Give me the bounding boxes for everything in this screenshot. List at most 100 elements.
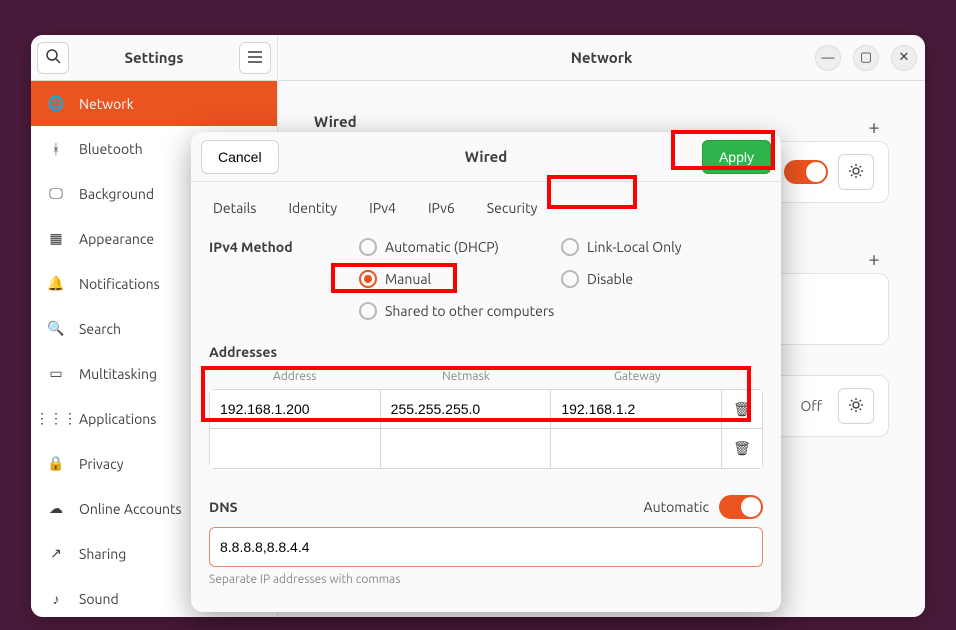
dns-row: DNS Automatic [209,495,763,519]
dns-auto-toggle[interactable] [719,495,763,519]
radio-disable[interactable]: Disable [561,266,763,292]
radio-manual[interactable]: Manual [359,266,561,292]
netmask-input[interactable] [391,441,541,457]
titlebar: Settings Network — ▢ ✕ [31,35,925,81]
hamburger-icon [248,50,262,66]
tab-ipv4[interactable]: IPv4 [365,196,400,220]
close-icon: ✕ [899,50,910,65]
search-button[interactable] [37,42,69,74]
sidebar-item-label: Background [79,186,154,202]
titlebar-left: Settings [31,35,278,80]
radio-label: Disable [587,271,633,287]
cancel-label: Cancel [218,149,262,165]
dialog-tabs: Details Identity IPv4 IPv6 Security [191,182,781,230]
gear-icon [848,163,864,182]
ipv4-method-grid: IPv4 Method Automatic (DHCP) Link-Local … [209,234,763,324]
radio-icon [561,238,579,256]
radio-icon [359,270,377,288]
cancel-button[interactable]: Cancel [201,140,279,174]
gateway-input[interactable] [561,401,711,417]
dns-label: DNS [209,499,238,515]
titlebar-right: Network — ▢ ✕ [278,35,925,80]
sound-icon: ♪ [47,591,65,607]
minimize-icon: — [822,51,835,65]
display-icon: 🖵 [47,185,65,202]
lock-icon: 🔒 [47,455,65,472]
addresses-label: Addresses [209,344,763,360]
sidebar-item-label: Multitasking [79,366,157,382]
radio-label: Link-Local Only [587,239,682,255]
sidebar-title: Settings [75,49,233,66]
plus-icon: + [868,247,879,270]
delete-row-button[interactable]: 🗑 [733,440,751,457]
tab-ipv6[interactable]: IPv6 [424,196,459,220]
search-icon: 🔍 [47,320,65,337]
plus-icon: + [868,115,879,138]
maximize-icon: ▢ [860,50,872,65]
share-icon: ↗ [47,545,65,562]
sidebar-item-label: Notifications [79,276,160,292]
sidebar-item-label: Network [79,96,134,112]
sidebar-item-label: Privacy [79,456,123,472]
maximize-button[interactable]: ▢ [853,45,879,71]
wired-title: Wired [314,113,357,130]
dialog-header: Cancel Wired Apply [191,132,781,182]
sidebar-item-label: Sharing [79,546,126,562]
radio-link-local[interactable]: Link-Local Only [561,234,763,260]
tab-security[interactable]: Security [483,196,542,220]
gateway-input[interactable] [561,441,711,457]
ipv4-method-label: IPv4 Method [209,239,359,255]
tab-details[interactable]: Details [209,196,260,220]
wired-settings-button[interactable] [838,154,874,190]
tab-identity[interactable]: Identity [284,196,341,220]
col-address: Address [209,370,380,383]
search-icon [45,48,61,67]
radio-label: Manual [385,271,431,287]
add-connection-button[interactable]: + [859,243,889,273]
col-netmask: Netmask [380,370,551,383]
vpn-settings-button[interactable] [838,388,874,424]
vpn-off-label: Off [800,398,822,414]
sidebar-item-label: Bluetooth [79,141,143,157]
sidebar-item-label: Appearance [79,231,154,247]
dns-hint: Separate IP addresses with commas [209,573,763,586]
dns-auto-label: Automatic [644,499,709,515]
cloud-icon: ☁ [47,500,65,517]
address-row: 🗑 [209,389,763,429]
addresses-header: Address Netmask Gateway [209,364,763,389]
netmask-input[interactable] [391,401,541,417]
radio-label: Shared to other computers [385,303,554,319]
minimize-button[interactable]: — [815,45,841,71]
apps-icon: ⋮⋮⋮ [47,410,65,427]
radio-icon [561,270,579,288]
address-input[interactable] [220,441,370,457]
sidebar-item-label: Applications [79,411,156,427]
address-input[interactable] [220,401,370,417]
add-wired-button[interactable]: + [859,111,889,141]
dialog-body: IPv4 Method Automatic (DHCP) Link-Local … [191,230,781,612]
sidebar-item-label: Online Accounts [79,501,182,517]
sidebar-item-label: Sound [79,591,119,607]
dns-input[interactable] [209,527,763,567]
sidebar-item-network[interactable]: 🌐 Network [31,81,277,126]
hamburger-button[interactable] [239,42,271,74]
radio-icon [359,238,377,256]
close-button[interactable]: ✕ [891,45,917,71]
globe-icon: 🌐 [47,95,65,112]
trash-icon: 🗑 [733,401,751,417]
radio-icon [359,302,377,320]
apply-label: Apply [719,149,754,165]
radio-shared[interactable]: Shared to other computers [359,298,763,324]
wired-toggle[interactable] [784,160,828,184]
delete-row-button[interactable]: 🗑 [733,401,751,418]
col-gateway: Gateway [552,370,723,383]
bell-icon: 🔔 [47,275,65,292]
radio-auto[interactable]: Automatic (DHCP) [359,234,561,260]
dialog-title: Wired [191,148,781,165]
addresses-table: 🗑 🗑 [209,389,763,469]
multitasking-icon: ▭ [47,365,65,382]
trash-icon: 🗑 [733,440,751,456]
apply-button[interactable]: Apply [702,140,771,174]
address-row: 🗑 [209,429,763,469]
sidebar-item-label: Search [79,321,121,337]
